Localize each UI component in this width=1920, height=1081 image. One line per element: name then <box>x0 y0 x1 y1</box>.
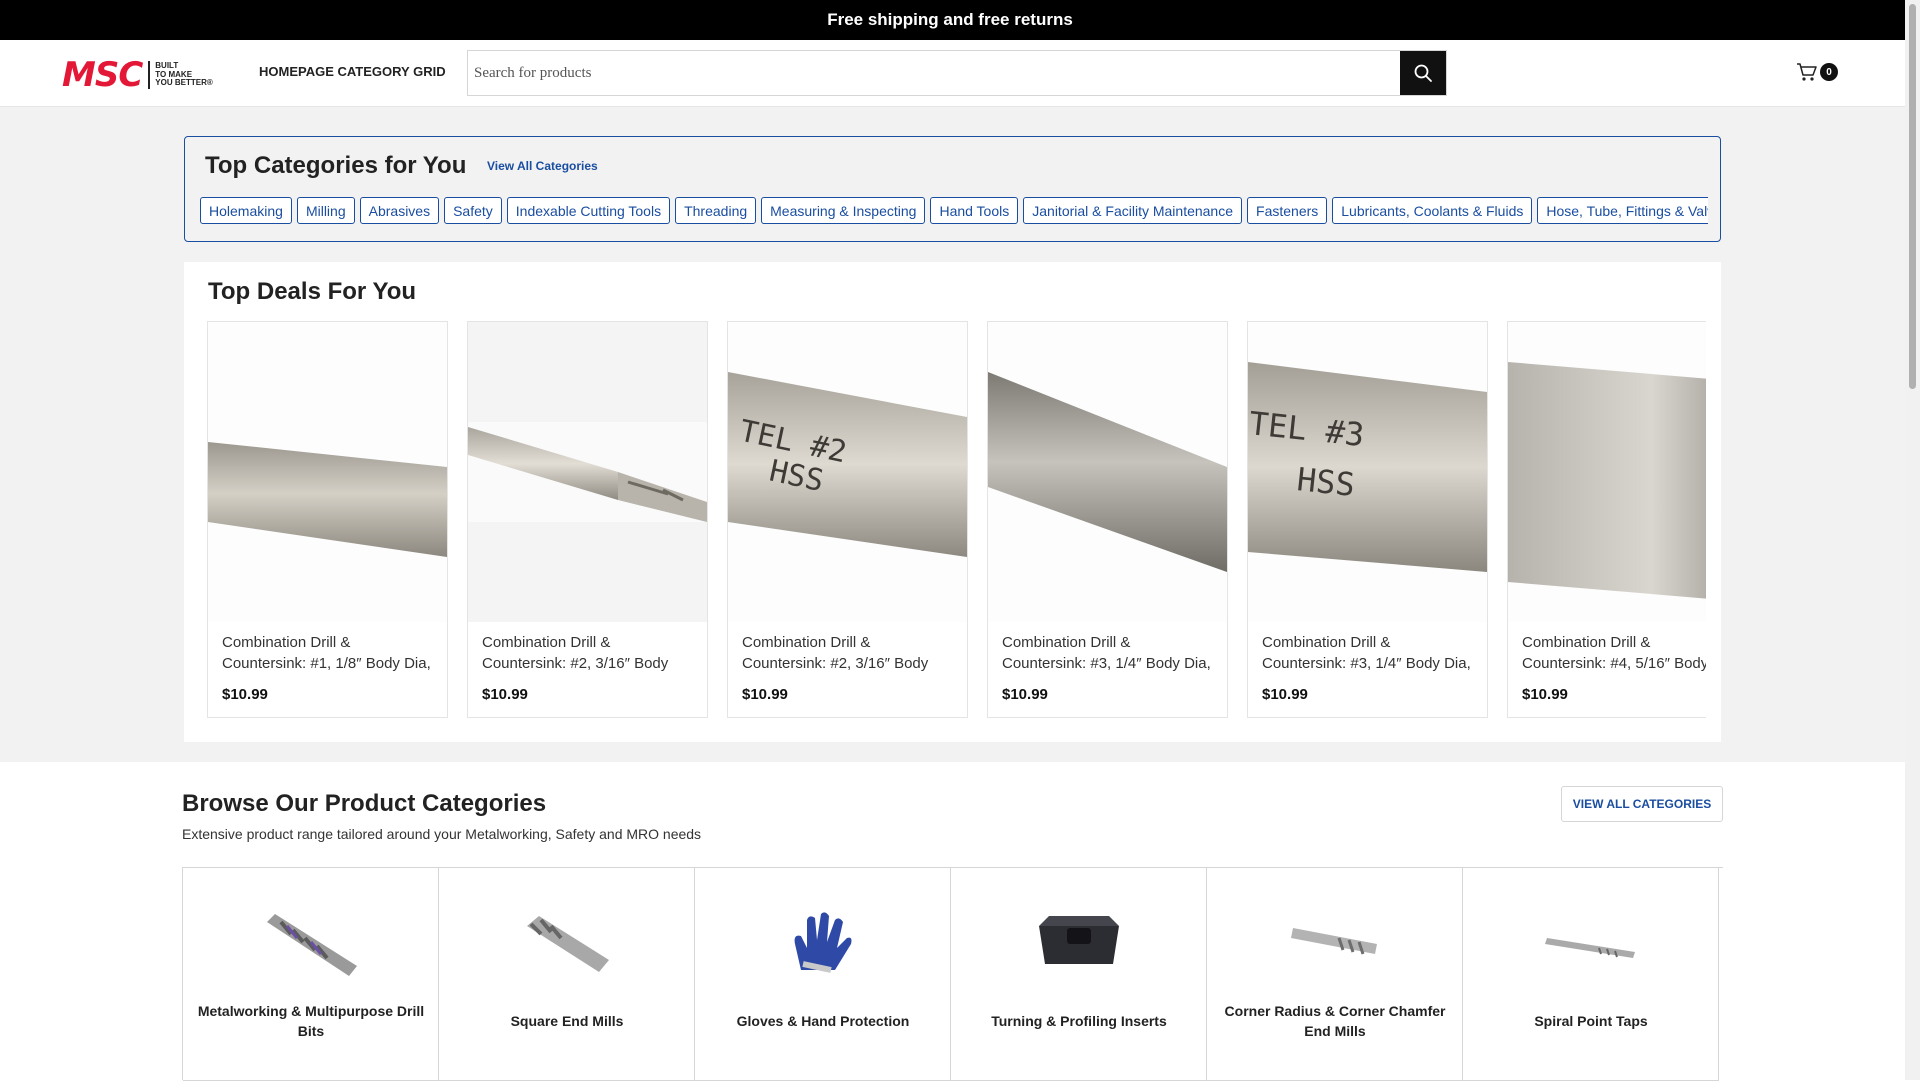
deals-carousel: Combination Drill & Countersink: #1, 1/8… <box>207 321 1706 721</box>
product-image <box>208 322 447 622</box>
category-label: Square End Mills <box>510 1013 624 1029</box>
category-chip[interactable]: Measuring & Inspecting <box>761 197 926 224</box>
product-name: Combination Drill & Countersink: #2, 3/1… <box>742 634 929 672</box>
product-card[interactable]: Combination Drill & Countersink: #4, 5/1… <box>1507 321 1706 718</box>
page-name[interactable]: HOMEPAGE CATEGORY GRID <box>259 64 446 79</box>
search-input[interactable] <box>468 51 1400 95</box>
site-header: MSC BUILT TO MAKE YOU BETTER® HOMEPAGE C… <box>0 40 1920 107</box>
product-price: $10.99 <box>222 686 268 703</box>
top-categories-panel: Top Categories for You View All Categori… <box>184 136 1721 242</box>
category-chip[interactable]: Milling <box>296 197 355 224</box>
promo-text: Free shipping and free returns <box>827 10 1073 29</box>
product-price: $10.99 <box>1522 686 1568 703</box>
product-card[interactable]: Combination Drill & Countersink: #3, 1/4… <box>987 321 1228 718</box>
product-image: TEL #2 HSS <box>728 322 967 622</box>
category-chip[interactable]: Hand Tools <box>930 197 1019 224</box>
product-image: TEL #3 HSS <box>1248 322 1487 622</box>
product-name: Combination Drill & Countersink: #3, 1/4… <box>1002 634 1211 672</box>
promo-bar: Free shipping and free returns <box>0 0 1920 40</box>
category-chip[interactable]: Safety <box>444 197 502 224</box>
product-card[interactable]: TEL #2 HSS Combination Drill & Countersi… <box>727 321 968 718</box>
product-card[interactable]: Combination Drill & Countersink: #2, 3/1… <box>467 321 708 718</box>
end-mill-icon <box>517 904 617 984</box>
cart-count-badge: 0 <box>1820 63 1838 81</box>
category-chip[interactable]: Holemaking <box>200 197 292 224</box>
insert-icon <box>1029 904 1129 984</box>
product-name: Combination Drill & Countersink: #3, 1/4… <box>1262 634 1471 672</box>
product-price: $10.99 <box>742 686 788 703</box>
category-label: Spiral Point Taps <box>1534 1013 1648 1029</box>
search-icon <box>1414 64 1432 82</box>
logo-tagline: BUILT TO MAKE YOU BETTER® <box>155 61 213 88</box>
product-price: $10.99 <box>1002 686 1048 703</box>
category-tile-spiral-point-taps[interactable]: Spiral Point Taps <box>1463 868 1719 1081</box>
category-chip[interactable]: Threading <box>675 197 757 224</box>
tap-icon <box>1541 904 1641 984</box>
browse-categories-subtitle: Extensive product range tailored around … <box>182 826 702 842</box>
product-price: $10.99 <box>1262 686 1308 703</box>
category-chip[interactable]: Fasteners <box>1247 197 1328 224</box>
page-scrollbar[interactable] <box>1905 0 1920 1080</box>
product-card[interactable]: TEL #3 HSS Combination Drill & Countersi… <box>1247 321 1488 718</box>
chamfer-end-mill-icon <box>1285 904 1385 984</box>
glove-icon <box>773 904 873 984</box>
top-deals-section: Top Deals For You Combination Drill & Co… <box>184 262 1721 742</box>
product-name: Combination Drill & Countersink: #4, 5/1… <box>1522 634 1706 672</box>
view-all-categories-link[interactable]: View All Categories <box>487 159 598 173</box>
product-name: Combination Drill & Countersink: #2, 3/1… <box>482 634 669 672</box>
category-tile-drill-bits[interactable]: Metalworking & Multipurpose Drill Bits <box>183 868 439 1081</box>
cart-button[interactable]: 0 <box>1796 62 1838 82</box>
category-tile-turning-inserts[interactable]: Turning & Profiling Inserts <box>951 868 1207 1081</box>
top-categories-title: Top Categories for You <box>205 152 467 179</box>
product-card[interactable]: Combination Drill & Countersink: #1, 1/8… <box>207 321 448 718</box>
product-price: $10.99 <box>482 686 528 703</box>
category-label: Gloves & Hand Protection <box>736 1013 910 1029</box>
category-grid: Metalworking & Multipurpose Drill Bits S… <box>182 867 1723 1081</box>
product-image <box>988 322 1227 622</box>
category-chip[interactable]: Abrasives <box>359 197 440 224</box>
msc-logo[interactable]: MSC BUILT TO MAKE YOU BETTER® <box>62 58 213 92</box>
logo-wordmark: MSC <box>62 55 143 95</box>
product-name: Combination Drill & Countersink: #1, 1/8… <box>222 634 431 672</box>
top-deals-title: Top Deals For You <box>208 278 417 305</box>
category-label: Turning & Profiling Inserts <box>991 1013 1167 1029</box>
browse-categories-title: Browse Our Product Categories <box>182 790 547 817</box>
search-bar <box>467 50 1447 96</box>
category-label: Metalworking & Multipurpose Drill Bits <box>197 1003 425 1039</box>
category-chip[interactable]: Janitorial & Facility Maintenance <box>1023 197 1243 224</box>
product-image <box>1508 322 1706 622</box>
category-chip[interactable]: Lubricants, Coolants & Fluids <box>1332 197 1533 224</box>
category-tile-square-end-mills[interactable]: Square End Mills <box>439 868 695 1081</box>
category-chip[interactable]: Hose, Tube, Fittings & Valves <box>1537 197 1708 224</box>
category-chip[interactable]: Indexable Cutting Tools <box>506 197 671 224</box>
engraving-line-2: HSS <box>1295 460 1356 504</box>
search-button[interactable] <box>1400 51 1446 95</box>
category-label: Corner Radius & Corner Chamfer End Mills <box>1224 1003 1446 1039</box>
product-image <box>468 322 707 622</box>
category-tile-gloves[interactable]: Gloves & Hand Protection <box>695 868 951 1081</box>
scrollbar-thumb[interactable] <box>1909 4 1916 389</box>
view-all-categories-button[interactable]: VIEW ALL CATEGORIES <box>1561 786 1723 822</box>
drill-bit-icon <box>261 904 361 984</box>
category-tile-corner-radius-end-mills[interactable]: Corner Radius & Corner Chamfer End Mills <box>1207 868 1463 1081</box>
category-chips: Holemaking Milling Abrasives Safety Indexabl… <box>200 197 1708 227</box>
logo-divider <box>148 61 151 89</box>
cart-icon <box>1797 63 1817 81</box>
